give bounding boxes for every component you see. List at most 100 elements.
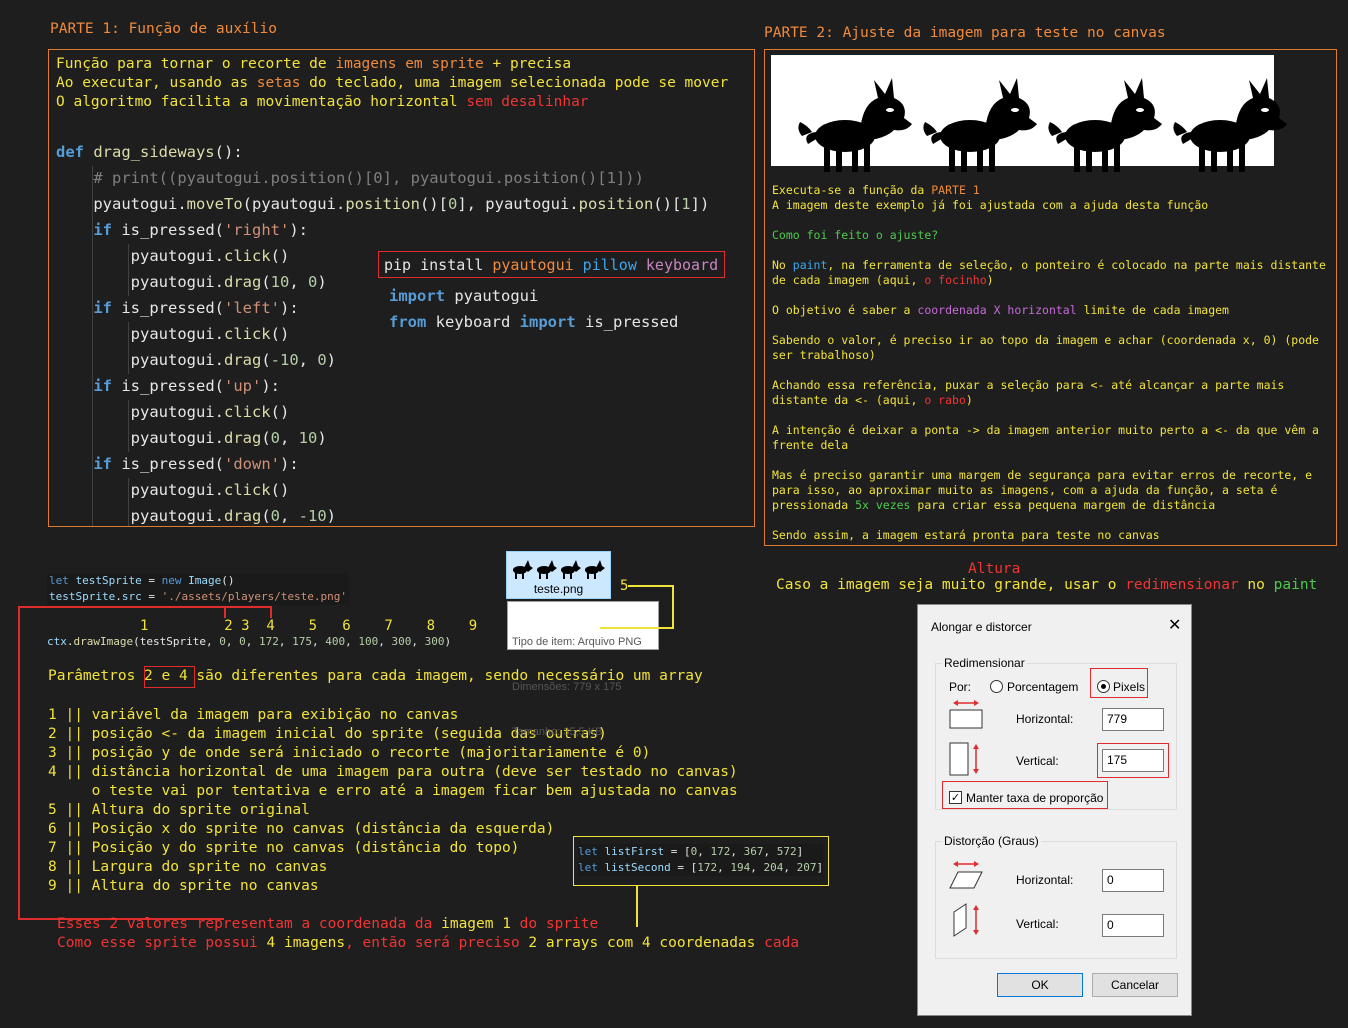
vertical-label: Vertical: (1016, 754, 1059, 768)
text-segment: pyautogui (445, 287, 539, 305)
text-line: pyautogui.drag(0, 10) (56, 425, 709, 451)
text-segment: pyautogui. (56, 481, 224, 499)
text-segment: './assets/players/teste.png' (161, 590, 348, 603)
text-line: O algoritmo facilita a movimentação hori… (56, 93, 728, 112)
list-second: let listSecond = [172, 194, 204, 207] (578, 860, 823, 876)
text-segment: ()[ (419, 195, 448, 213)
params-highlight-box (144, 666, 195, 688)
text-segment: , (311, 635, 326, 648)
text-segment: PARTE 1 (931, 183, 980, 197)
text-segment: drag (223, 429, 262, 447)
text-line: Sendo assim, a imagem estará pronta para… (772, 528, 1326, 543)
text-segment: Como foi feito o ajuste? (772, 228, 939, 242)
text-segment: keyboard (636, 256, 719, 274)
text-line: def drag_sideways(): (56, 139, 709, 165)
text-segment: O algoritmo facilita a movimentação hori… (56, 94, 467, 110)
text-segment: pyautogui. (56, 247, 224, 265)
text-segment: ( (261, 429, 271, 447)
text-line: if is_pressed('down'): (56, 451, 709, 477)
text-segment: 204 (763, 861, 784, 874)
text-segment: 175 (292, 635, 312, 648)
ok-button[interactable]: OK (997, 973, 1083, 997)
text-segment: + precisa (483, 56, 572, 72)
js-image-declaration: let testSprite = new Image() testSprite.s… (47, 573, 350, 605)
text-segment: # print((pyautogui.position()[0], pyauto… (56, 169, 644, 187)
text-segment: 10 (298, 429, 318, 447)
text-segment: A imagem deste exemplo já foi ajustada c… (772, 198, 1209, 212)
by-label: Por: (949, 680, 972, 694)
text-segment: pyautogui. (56, 325, 224, 343)
text-segment: o focinho (924, 273, 987, 287)
text-segment: let (49, 574, 69, 587)
text-segment: , na ferramenta de seleção, o ponteiro é… (827, 258, 1326, 272)
skew-horizontal-input[interactable]: 0 (1102, 869, 1164, 892)
text-segment: drag_sideways (93, 143, 215, 161)
text-segment: 0 (239, 635, 246, 648)
text-line: # print((pyautogui.position()[0], pyauto… (56, 165, 709, 191)
text-segment: () (270, 325, 290, 343)
text-segment: click (223, 403, 271, 421)
text-segment: , (345, 635, 359, 648)
horizontal-resize-input[interactable]: 779 (1102, 708, 1164, 731)
text-segment: 300 (424, 635, 445, 648)
text-line: Como esse sprite possui 4 imagens, então… (57, 934, 799, 953)
text-line: Executa-se a função da PARTE 1 (772, 183, 1326, 198)
percent-radio[interactable] (990, 680, 1003, 693)
text-segment: coordenada X horizontal (917, 303, 1077, 317)
text-segment: ): (289, 221, 308, 239)
text-segment: 172 (258, 635, 279, 648)
text-segment: Como esse sprite possui (57, 935, 267, 951)
text-segment: (testSprite, (133, 635, 220, 648)
text-segment: , (289, 273, 308, 291)
text-segment: pyautogui. (56, 351, 224, 369)
text-segment: = (141, 574, 162, 587)
import-statements: import pyautogui from keyboard import is_… (389, 283, 678, 335)
text-line: Achando essa referência, puxar a seleção… (772, 378, 1326, 393)
text-segment: ) (326, 351, 337, 369)
skew-vertical-input[interactable]: 0 (1102, 914, 1164, 937)
text-segment: , (245, 635, 259, 648)
text-segment: click (223, 247, 271, 265)
text-segment: import (519, 313, 576, 331)
text-segment: () (270, 481, 290, 499)
text-segment: = (141, 590, 162, 603)
text-segment: pillow (573, 256, 637, 274)
text-segment: , (717, 861, 731, 874)
text-segment: -10 (298, 507, 327, 525)
text-line: Função para tornar o recorte de imagens … (56, 55, 728, 74)
text-segment: ( (214, 299, 224, 317)
text-segment: imagens em sprite (335, 56, 484, 72)
text-segment: 367 (743, 845, 764, 858)
coordinates-note: Esses 2 valores representam a coordenada… (57, 915, 799, 953)
text-line: pressionada 5x vezes para criar essa peq… (772, 498, 1326, 513)
text-segment: 0 (270, 429, 280, 447)
text-segment: ) (986, 273, 994, 287)
text-line: de cada imagem (aqui, o focinho) (772, 273, 1326, 288)
part1-description: Função para tornar o recorte de imagens … (56, 55, 728, 112)
cancel-button[interactable]: Cancelar (1092, 973, 1178, 997)
text-line: para isso, ao aproximar muito as imagens… (772, 483, 1326, 498)
text-segment: = [ (664, 845, 691, 858)
text-segment: ] (816, 861, 824, 874)
text-segment: ( (261, 351, 271, 369)
text-line: import pyautogui (389, 283, 678, 309)
close-icon[interactable]: ✕ (1168, 615, 1181, 635)
text-segment: listSecond (597, 861, 671, 874)
pip-install-command: pip install pyautogui pillow keyboard (384, 256, 718, 274)
text-segment: 'up' (224, 377, 262, 395)
text-segment: 4 imagens (266, 935, 346, 951)
keep-ratio-checkbox[interactable]: ✓ (949, 791, 962, 804)
text-segment: is_pressed (121, 221, 215, 239)
text-segment: Caso a imagem seja muito grande, usar o (776, 577, 1126, 593)
text-segment: para isso, ao aproximar muito as imagens… (772, 483, 1278, 497)
percent-label: Porcentagem (1007, 680, 1079, 694)
text-segment: src (121, 590, 142, 603)
text-segment: do teclado, uma imagem selecionada pode … (300, 75, 729, 91)
vertical-resize-input[interactable]: 175 (1102, 749, 1164, 772)
pixels-radio[interactable] (1097, 680, 1110, 693)
text-segment: moveTo (186, 195, 243, 213)
text-segment: ], pyautogui. (457, 195, 579, 213)
text-segment: pip install (384, 256, 493, 274)
text-line: No paint, na ferramenta de seleção, o po… (772, 258, 1326, 273)
text-line: pyautogui.drag(0, -10) (56, 503, 709, 529)
